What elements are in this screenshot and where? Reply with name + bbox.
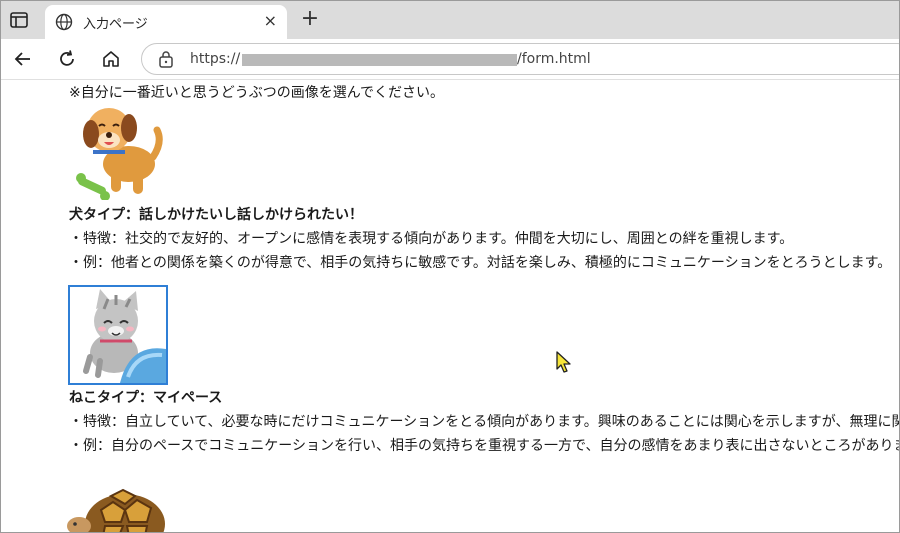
home-icon <box>103 51 119 67</box>
sidebar-toggle-icon <box>10 12 28 28</box>
page-content: ※自分に一番近いと思うどうぶつの画像を選んでください。 犬タイプ：話しかけたいし… <box>1 80 899 533</box>
dog-example-text: ・例：他者との関係を築くのが得意で、相手の気持ちに敏感です。対話を楽しみ、積極的… <box>69 255 892 271</box>
url-prefix: https:// <box>190 51 241 67</box>
reload-button[interactable] <box>55 47 79 71</box>
tortoise-image-option[interactable] <box>67 480 167 533</box>
cat-illustration-icon <box>83 289 166 383</box>
instruction-text: ※自分に一番近いと思うどうぶつの画像を選んでください。 <box>69 85 445 101</box>
address-bar[interactable]: https:// /form.html <box>141 43 899 75</box>
dog-image-option[interactable] <box>71 102 163 200</box>
cat-image-option[interactable] <box>68 285 168 385</box>
window-menu-button[interactable] <box>7 9 31 31</box>
mouse-cursor-icon <box>556 351 571 373</box>
cat-trait-text: ・特徴：自立していて、必要な時にだけコミュニケーションをとる傾向があります。興味… <box>69 414 899 430</box>
tab-active[interactable]: 入力ページ × <box>45 5 287 39</box>
tab-close-button[interactable]: × <box>264 11 277 30</box>
new-tab-button[interactable]: + <box>297 7 323 33</box>
dog-trait-text: ・特徴：社交的で友好的、オープンに感情を表現する傾向があります。仲間を大切にし、… <box>69 231 794 247</box>
dog-type-title: 犬タイプ：話しかけたいし話しかけられたい！ <box>69 207 363 223</box>
back-arrow-icon <box>14 52 30 66</box>
url-suffix: /form.html <box>517 51 591 67</box>
back-button[interactable] <box>11 47 35 71</box>
globe-icon <box>55 13 73 31</box>
home-button[interactable] <box>99 47 123 71</box>
browser-window: 入力ページ × + https:// /form.html ※自分に一番近いと思… <box>0 0 900 533</box>
tab-title: 入力ページ <box>83 17 148 32</box>
toolbar: https:// /form.html <box>1 39 899 80</box>
reload-icon <box>60 50 74 66</box>
url-redacted-segment <box>242 54 517 66</box>
cat-type-title: ねこタイプ：マイペース <box>69 390 223 406</box>
lock-icon[interactable] <box>158 50 174 68</box>
cat-example-text: ・例：自分のペースでコミュニケーションを行い、相手の気持ちを重視する一方で、自分… <box>69 438 899 454</box>
tab-strip: 入力ページ × + <box>1 1 899 39</box>
